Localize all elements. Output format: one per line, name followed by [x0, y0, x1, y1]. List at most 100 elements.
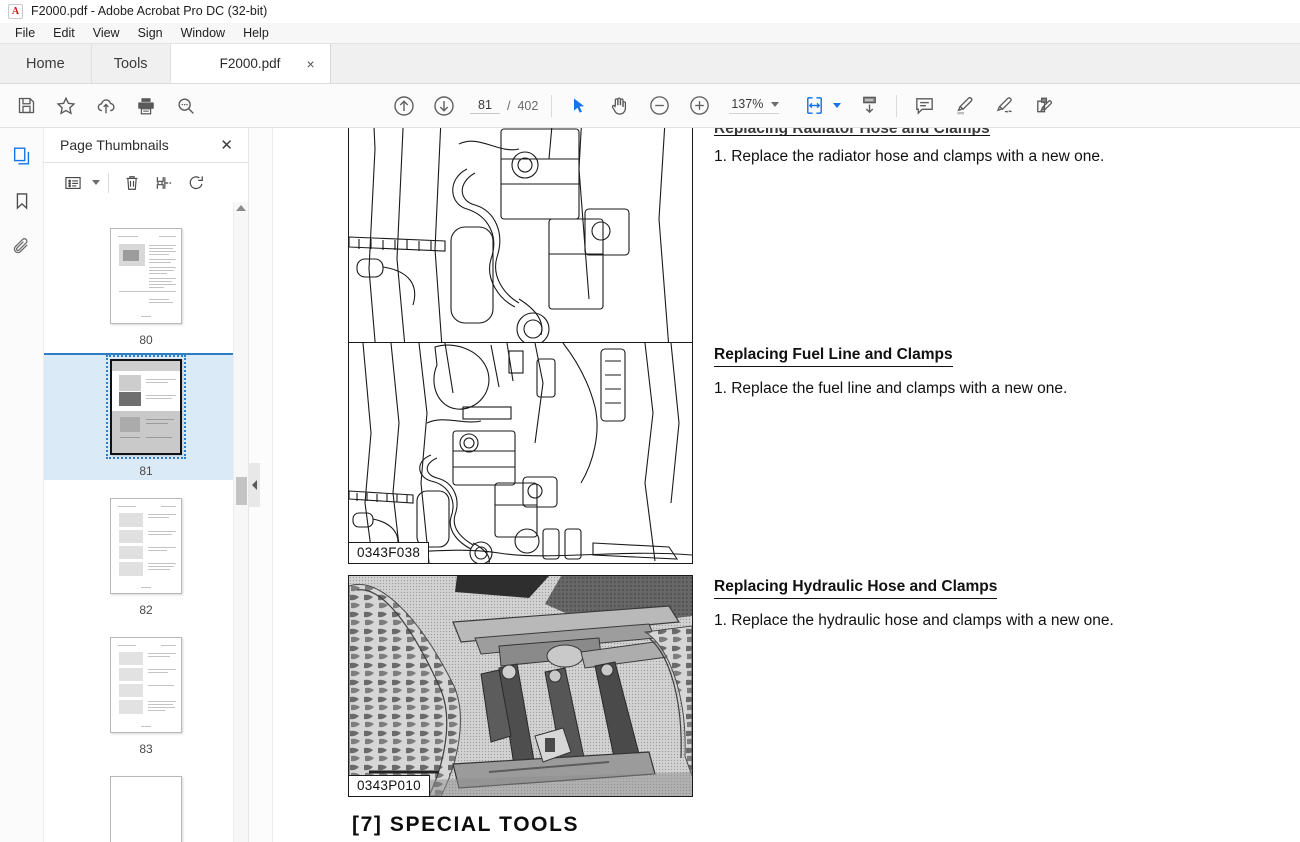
tab-document-label: F2000.pdf — [219, 56, 281, 71]
chevron-down-icon[interactable] — [771, 101, 780, 107]
thumbnail-size-options-icon[interactable] — [58, 169, 88, 197]
figure-caption: 0343F038 — [349, 542, 430, 563]
file-tools-group — [6, 86, 206, 126]
save-icon[interactable] — [6, 86, 46, 126]
zoom-level-label: 137% — [731, 97, 764, 111]
figure-fuel-line: 0343F038 — [348, 342, 693, 564]
thumbnails-toolbar — [44, 162, 248, 202]
fit-width-dropdown-icon[interactable] — [833, 103, 842, 108]
menu-view[interactable]: View — [84, 24, 129, 42]
thumbnail-page-number: 80 — [139, 333, 153, 347]
window-title: F2000.pdf - Adobe Acrobat Pro DC (32-bit… — [31, 4, 268, 18]
figure-line-drawing — [349, 343, 692, 563]
highlight-icon[interactable] — [944, 86, 984, 126]
thumbnail-page-number: 83 — [139, 742, 153, 756]
pdf-page-81: 0343F038 Replacing Radiator Hose and Cla… — [348, 128, 1278, 842]
app-body: Page Thumbnails ✕ 80 81 82 83 1. Replace… — [0, 128, 1300, 842]
scroll-up-arrow-icon[interactable] — [236, 205, 246, 211]
minus-circle-icon[interactable] — [639, 86, 679, 126]
page-separator: / — [507, 98, 511, 113]
page-thumbnails-panel: Page Thumbnails ✕ 80 81 82 83 — [44, 128, 249, 842]
thumbnail-preview — [110, 228, 182, 324]
total-pages-label: 402 — [517, 98, 539, 113]
acrobat-logo-icon — [8, 3, 23, 19]
arrow-up-circle-icon[interactable] — [384, 86, 424, 126]
delete-pages-icon[interactable] — [117, 169, 147, 197]
navigation-rail — [0, 128, 44, 842]
cloud-upload-icon[interactable] — [86, 86, 126, 126]
thumbnail-preview — [110, 498, 182, 594]
comment-icon[interactable] — [904, 86, 944, 126]
menu-edit[interactable]: Edit — [44, 24, 84, 42]
thumbnails-list[interactable]: 80 81 82 83 — [44, 202, 248, 842]
thumbnails-scrollbar[interactable] — [233, 202, 248, 842]
scroll-mode-icon[interactable] — [849, 86, 889, 126]
menu-bar: File Edit View Sign Window Help — [0, 23, 1300, 44]
menu-help[interactable]: Help — [234, 24, 278, 42]
star-icon[interactable] — [46, 86, 86, 126]
toolbar-divider — [551, 94, 553, 117]
rotate-pages-icon[interactable] — [181, 169, 211, 197]
thumbnail-page-number: 81 — [139, 464, 153, 478]
page-thumbnails-icon[interactable] — [8, 142, 36, 170]
annotation-tools-group — [904, 86, 1064, 126]
thumbnails-panel-title: Page Thumbnails — [60, 137, 169, 153]
view-tools-group: 137% — [559, 86, 783, 126]
thumbnail-page-82[interactable]: 82 — [44, 492, 248, 619]
zoom-level-box[interactable]: 137% — [729, 97, 780, 114]
figure-hydraulic-hose: 0343P010 — [348, 575, 693, 797]
page-number-input[interactable] — [470, 97, 500, 114]
page-navigation-group: / 402 — [384, 86, 544, 126]
menu-file[interactable]: File — [6, 24, 44, 42]
close-icon[interactable]: ✕ — [217, 136, 236, 155]
section-body-fuel-line: 1. Replace the fuel line and clamps with… — [714, 380, 1068, 397]
thumbnail-page-83[interactable]: 83 — [44, 631, 248, 758]
sign-icon[interactable] — [1024, 86, 1064, 126]
draw-icon[interactable] — [984, 86, 1024, 126]
section-body-radiator: 1. Replace the radiator hose and clamps … — [714, 148, 1105, 165]
figure-halftone-photo — [349, 576, 692, 796]
document-view[interactable]: 0343F038 Replacing Radiator Hose and Cla… — [273, 128, 1300, 842]
section-heading-fuel-line: Replacing Fuel Line and Clamps — [714, 346, 953, 367]
thumbnail-page-80[interactable]: 80 — [44, 222, 248, 349]
thumbnail-page-number: 82 — [139, 603, 153, 617]
tab-tools[interactable]: Tools — [92, 44, 171, 83]
thumbnail-preview-selected — [106, 355, 186, 459]
fit-width-icon[interactable] — [797, 86, 831, 126]
panel-divider[interactable] — [249, 128, 273, 842]
special-tools-section-title: [7] SPECIAL TOOLS — [352, 813, 580, 836]
section-body-hydraulic: 1. Replace the hydraulic hose and clamps… — [714, 612, 1114, 629]
title-bar: F2000.pdf - Adobe Acrobat Pro DC (32-bit… — [0, 0, 1300, 23]
chevron-down-icon[interactable] — [92, 180, 100, 185]
tab-document-f2000[interactable]: F2000.pdf × — [170, 44, 331, 83]
collapse-panel-handle[interactable] — [249, 463, 260, 507]
close-icon[interactable]: × — [304, 57, 318, 71]
menu-window[interactable]: Window — [172, 24, 234, 42]
thumbnail-page-81[interactable]: 81 — [44, 353, 248, 480]
page-number-box: / 402 — [470, 97, 538, 114]
scrollbar-thumb[interactable] — [236, 477, 247, 505]
toolbar-divider-2 — [896, 94, 898, 117]
search-icon[interactable] — [166, 86, 206, 126]
menu-sign[interactable]: Sign — [129, 24, 172, 42]
page-display-tools-group — [797, 86, 889, 126]
section-heading-hydraulic: Replacing Hydraulic Hose and Clamps — [714, 578, 998, 599]
attachments-icon[interactable] — [8, 232, 36, 260]
section-heading-radiator: Replacing Radiator Hose and Clamps — [714, 128, 990, 136]
bookmarks-icon[interactable] — [8, 187, 36, 215]
figure-caption: 0343P010 — [349, 775, 430, 796]
hand-icon[interactable] — [599, 86, 639, 126]
tab-bar: Home Tools F2000.pdf × — [0, 44, 1300, 84]
print-icon[interactable] — [126, 86, 166, 126]
thumbnails-panel-header: Page Thumbnails ✕ — [44, 128, 248, 162]
thumbnail-page-84[interactable]: 84 — [44, 770, 248, 842]
main-toolbar: / 402 — [0, 84, 1300, 128]
arrow-down-circle-icon[interactable] — [424, 86, 464, 126]
extract-pages-icon[interactable] — [149, 169, 179, 197]
tab-home[interactable]: Home — [0, 44, 92, 83]
plus-circle-icon[interactable] — [679, 86, 719, 126]
cursor-arrow-icon[interactable] — [559, 86, 599, 126]
thumbnail-preview — [110, 637, 182, 733]
acrobat-window: F2000.pdf - Adobe Acrobat Pro DC (32-bit… — [0, 0, 1300, 842]
tab-bar-filler — [330, 44, 1300, 83]
